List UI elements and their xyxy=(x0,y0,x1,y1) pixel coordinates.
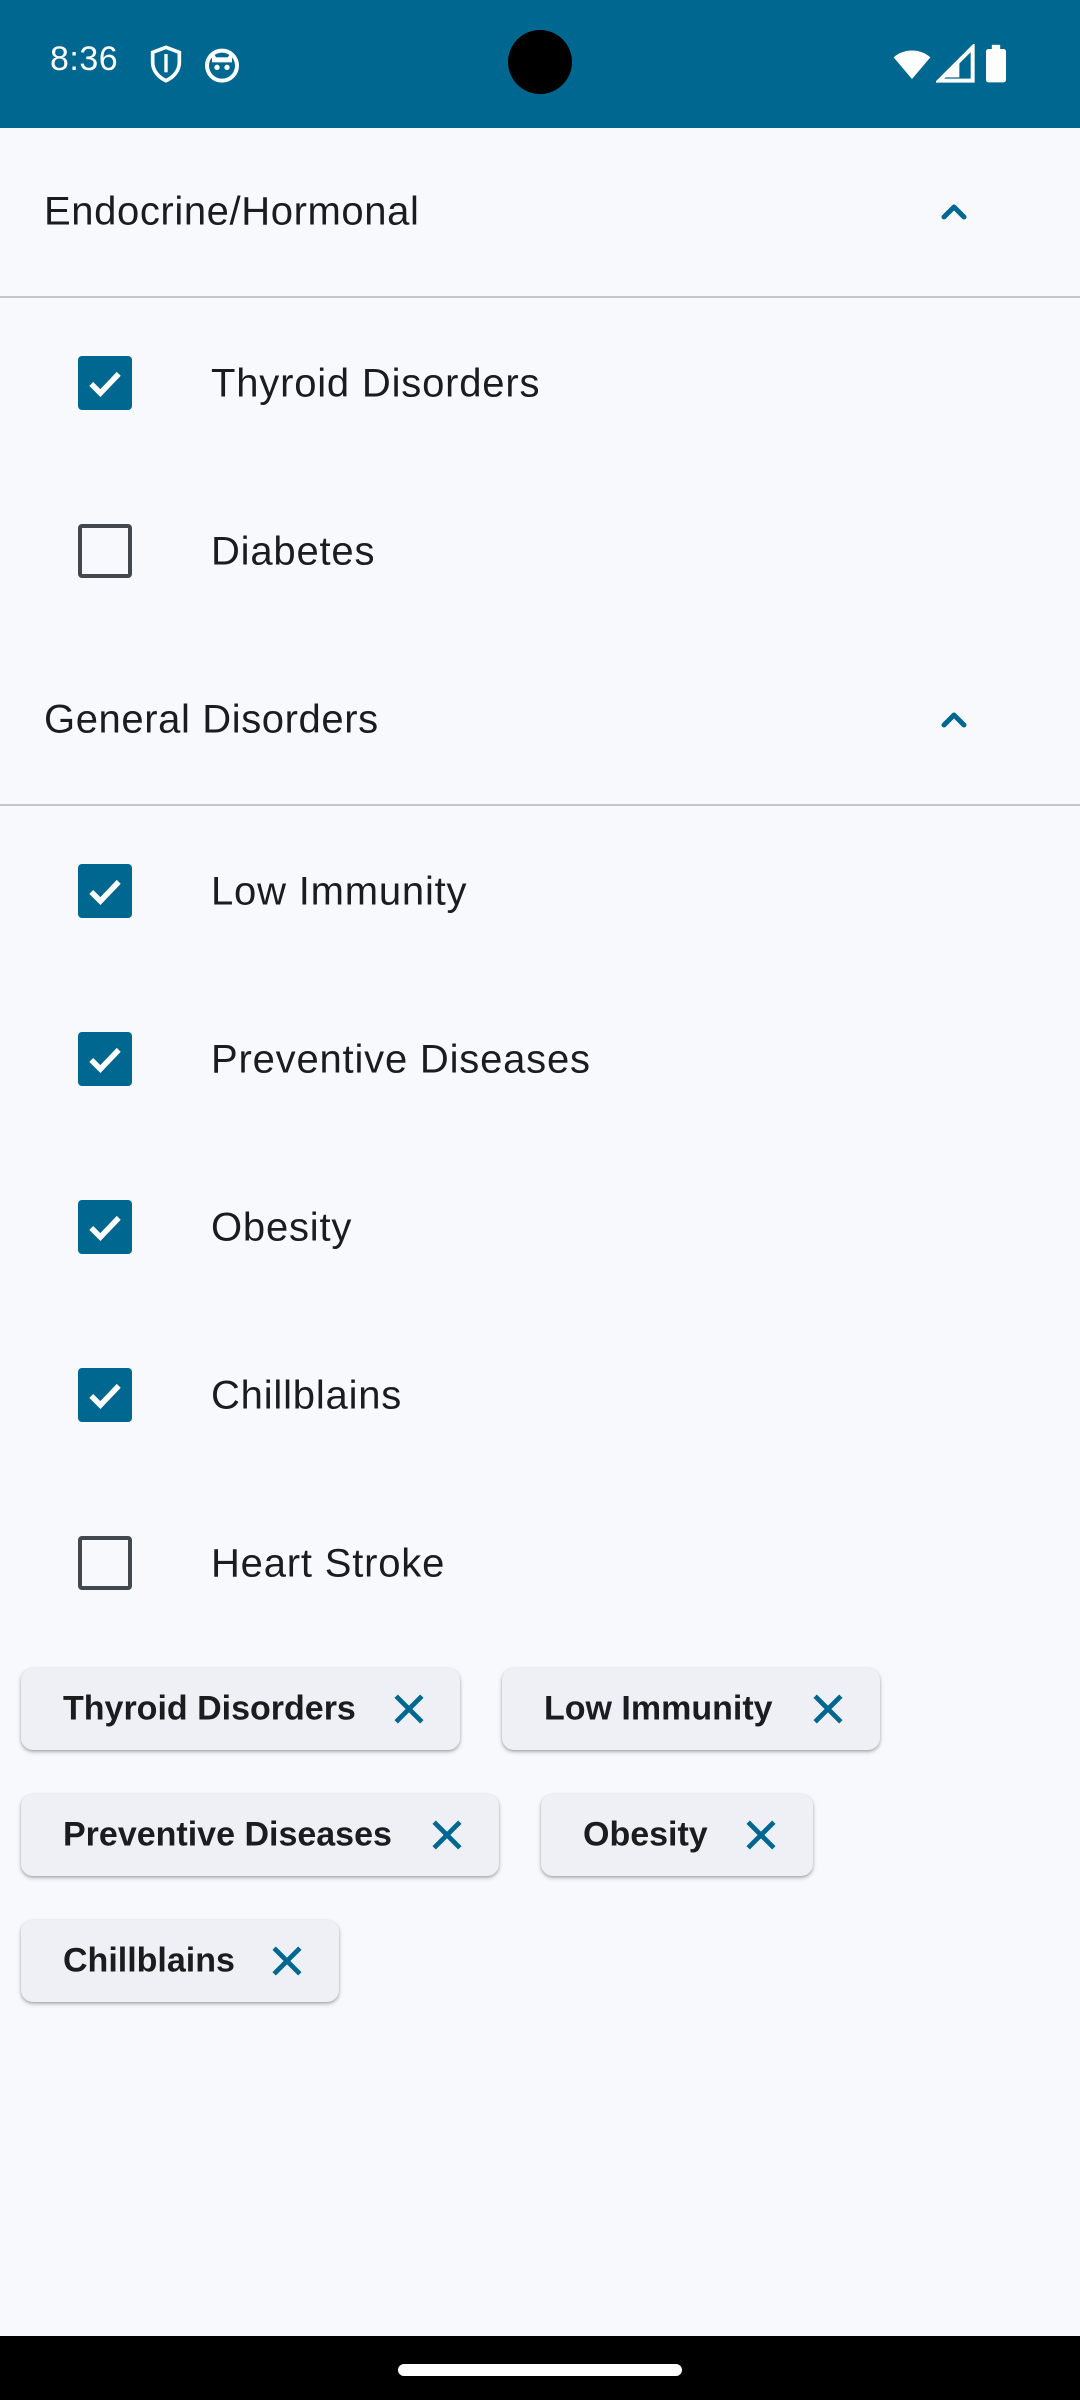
battery-icon xyxy=(982,44,1010,84)
chip-low-immunity[interactable]: Low Immunity xyxy=(502,1668,880,1750)
checkbox-unchecked[interactable] xyxy=(78,1536,132,1590)
checklist-item-label: Chillblains xyxy=(211,1373,403,1418)
checklist-item-label: Diabetes xyxy=(211,529,376,574)
checkbox-checked[interactable] xyxy=(78,1368,132,1422)
camera-cutout xyxy=(508,30,572,94)
checklist-item-diabetes[interactable]: Diabetes xyxy=(0,468,1080,636)
checklist-item-chillblains[interactable]: Chillblains xyxy=(0,1312,1080,1480)
checklist-item-thyroid-disorders[interactable]: Thyroid Disorders xyxy=(0,300,1080,468)
checkbox-unchecked[interactable] xyxy=(78,524,132,578)
screen: 8:36 Endocrine/Hormonal Thyroid Disorder… xyxy=(0,0,1080,2400)
checklist-item-preventive-diseases[interactable]: Preventive Diseases xyxy=(0,976,1080,1144)
checklist-item-label: Thyroid Disorders xyxy=(211,361,541,406)
signal-icon xyxy=(934,42,976,84)
chevron-up-icon[interactable] xyxy=(934,700,974,740)
checklist-item-low-immunity[interactable]: Low Immunity xyxy=(0,808,1080,976)
chip-label: Obesity xyxy=(583,1815,708,1854)
section-title: Endocrine/Hormonal xyxy=(44,189,420,234)
checklist-item-label: Obesity xyxy=(211,1205,353,1250)
checklist-item-heart-stroke[interactable]: Heart Stroke xyxy=(0,1480,1080,1648)
wifi-icon xyxy=(890,44,934,84)
close-icon[interactable] xyxy=(265,1939,309,1983)
chip-label: Preventive Diseases xyxy=(63,1815,392,1854)
chip-preventive-diseases[interactable]: Preventive Diseases xyxy=(21,1794,499,1876)
chip-obesity[interactable]: Obesity xyxy=(541,1794,813,1876)
close-icon[interactable] xyxy=(425,1813,469,1857)
checklist-item-label: Heart Stroke xyxy=(211,1541,446,1586)
chip-label: Thyroid Disorders xyxy=(63,1689,356,1728)
checklist-item-obesity[interactable]: Obesity xyxy=(0,1144,1080,1312)
chip-thyroid-disorders[interactable]: Thyroid Disorders xyxy=(21,1668,460,1750)
checklist-item-label: Low Immunity xyxy=(211,869,468,914)
checklist-item-label: Preventive Diseases xyxy=(211,1037,591,1082)
chevron-up-icon[interactable] xyxy=(934,192,974,232)
section-header-general-disorders[interactable]: General Disorders xyxy=(0,636,1080,806)
status-time: 8:36 xyxy=(50,40,119,78)
status-bar: 8:36 xyxy=(0,0,1080,128)
checkbox-checked[interactable] xyxy=(78,356,132,410)
section-title: General Disorders xyxy=(44,697,379,742)
close-icon[interactable] xyxy=(806,1687,850,1731)
chip-label: Chillblains xyxy=(63,1941,235,1980)
shield-icon xyxy=(146,44,186,84)
checkbox-checked[interactable] xyxy=(78,1032,132,1086)
checkbox-checked[interactable] xyxy=(78,864,132,918)
android-face-icon xyxy=(202,44,242,84)
close-icon[interactable] xyxy=(387,1687,431,1731)
checkbox-checked[interactable] xyxy=(78,1200,132,1254)
home-indicator[interactable] xyxy=(398,2364,682,2376)
section-header-endocrine[interactable]: Endocrine/Hormonal xyxy=(0,128,1080,298)
chip-label: Low Immunity xyxy=(544,1689,773,1728)
close-icon[interactable] xyxy=(739,1813,783,1857)
chip-chillblains[interactable]: Chillblains xyxy=(21,1920,339,2002)
